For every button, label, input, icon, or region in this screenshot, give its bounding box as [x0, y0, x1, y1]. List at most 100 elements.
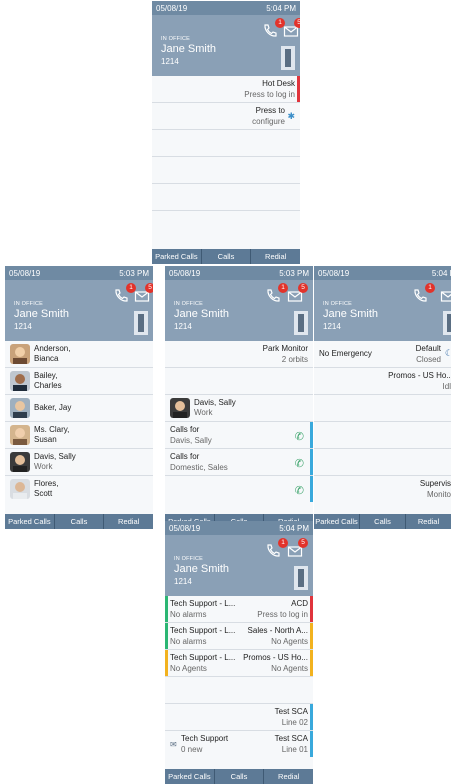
- contact-row[interactable]: Davis, Sally Work: [165, 395, 313, 422]
- status-bar-blue: [310, 704, 313, 730]
- missed-calls-icon[interactable]: 1: [265, 283, 288, 304]
- redial-softkey[interactable]: Redial: [406, 514, 451, 529]
- supervisor-key[interactable]: Supervis Monito: [314, 476, 451, 502]
- user-extension: 1214: [174, 322, 192, 331]
- contact-row[interactable]: Flores, Scott: [5, 476, 153, 502]
- voicemail-icon[interactable]: 5: [287, 283, 308, 304]
- mail-icon: ✉: [170, 740, 177, 749]
- park-monitor-key[interactable]: Park Monitor 2 orbits: [165, 341, 313, 368]
- voicemail-icon[interactable]: [440, 288, 451, 304]
- empty-key[interactable]: [152, 157, 300, 184]
- sca-key[interactable]: Test SCA Line 02: [165, 704, 313, 731]
- sca-title: Test SCA: [274, 707, 308, 716]
- contact-row[interactable]: Anderson, Bianca: [5, 341, 153, 368]
- contact-row[interactable]: Ms. Clary, Susan: [5, 422, 153, 449]
- status-bar: 05/08/19 5:03 PM: [165, 266, 313, 280]
- parked-calls-softkey[interactable]: Parked Calls: [152, 249, 202, 264]
- mail-badge: 5: [298, 538, 308, 548]
- promos-title: Promos - US Ho...: [388, 371, 451, 380]
- avatar: [10, 479, 30, 499]
- calls-for-key[interactable]: Calls for Domestic, Sales ✆: [165, 449, 313, 476]
- calls-for-title: Calls for: [170, 452, 200, 461]
- emergency-key[interactable]: No Emergency Default Closed ☾: [314, 341, 451, 368]
- contact-name: Davis, Sally: [194, 398, 236, 407]
- door-icon: [281, 46, 295, 70]
- empty-key[interactable]: [314, 395, 451, 422]
- mail-badge: 5: [298, 283, 308, 293]
- time: 5:04 PM: [279, 523, 309, 533]
- queue-key[interactable]: Tech Support - L... No Agents Promos - U…: [165, 650, 313, 677]
- default-title: Default: [415, 344, 441, 353]
- user-name: Jane Smith: [174, 308, 230, 320]
- calls-softkey[interactable]: Calls: [55, 514, 105, 529]
- status-bar: 05/08/19 5:04 PM: [165, 521, 313, 535]
- queue-key[interactable]: Tech Support - L... No alarms Sales - No…: [165, 623, 313, 650]
- contact-row[interactable]: Baker, Jay: [5, 395, 153, 422]
- user-extension: 1214: [14, 322, 32, 331]
- voicemail-icon[interactable]: 5: [287, 538, 308, 559]
- redial-softkey[interactable]: Redial: [264, 769, 313, 784]
- promos-key[interactable]: Promos - US Ho... Idl: [314, 368, 451, 395]
- presence-status: IN OFFICE: [174, 556, 203, 562]
- calls-softkey[interactable]: Calls: [360, 514, 406, 529]
- parked-calls-softkey[interactable]: Parked Calls: [165, 769, 215, 784]
- avatar: [10, 452, 30, 472]
- queue-sub: No Agents: [271, 637, 308, 646]
- empty-key[interactable]: [165, 368, 313, 395]
- queue-name: Tech Support - L...: [170, 626, 236, 635]
- empty-key[interactable]: [152, 184, 300, 211]
- status-bar: 05/08/19 5:04 PM: [152, 1, 300, 15]
- door-icon: [134, 311, 148, 335]
- park-monitor-sub: 2 orbits: [281, 355, 308, 364]
- empty-key[interactable]: [314, 422, 451, 449]
- missed-calls-icon[interactable]: 1: [412, 283, 435, 304]
- call-key[interactable]: ✆: [165, 476, 313, 502]
- missed-calls-icon[interactable]: 1: [265, 538, 288, 559]
- empty-key[interactable]: [314, 449, 451, 476]
- hot-desk-key[interactable]: Hot Desk Press to log in: [152, 76, 300, 103]
- configure-key[interactable]: Press to configure ✱: [152, 103, 300, 130]
- user-header: IN OFFICE Jane Smith 1214 1 5: [165, 280, 313, 341]
- contact-row[interactable]: Davis, Sally Work: [5, 449, 153, 476]
- avatar: [10, 398, 30, 418]
- calls-softkey[interactable]: Calls: [202, 249, 252, 264]
- parked-calls-softkey[interactable]: Parked Calls: [314, 514, 360, 529]
- avatar: [170, 398, 190, 418]
- contact-row[interactable]: Bailey, Charles: [5, 368, 153, 395]
- contact-name: Ms. Clary,: [34, 425, 70, 434]
- phone-screen-acd: 05/08/19 5:04 PM IN OFFICE Jane Smith 12…: [165, 521, 313, 784]
- supervisor-sub: Monito: [426, 490, 451, 499]
- redial-softkey[interactable]: Redial: [104, 514, 153, 529]
- voicemail-icon[interactable]: 5: [283, 18, 300, 39]
- missed-calls-icon[interactable]: 1: [113, 283, 136, 304]
- redial-softkey[interactable]: Redial: [251, 249, 300, 264]
- date: 05/08/19: [156, 3, 188, 13]
- calls-for-key[interactable]: Calls for Davis, Sally ✆: [165, 422, 313, 449]
- sca-line: Line 01: [281, 745, 308, 754]
- queue-status: No alarms: [170, 637, 207, 646]
- time: 5:03 PM: [279, 268, 309, 278]
- presence-status: IN OFFICE: [14, 301, 43, 307]
- queue-status: No Agents: [170, 664, 207, 673]
- queue-name: Tech Support - L...: [170, 653, 236, 662]
- avatar: [10, 425, 30, 445]
- status-bar-blue: [310, 422, 313, 448]
- contact-name-2: Scott: [34, 489, 53, 498]
- empty-key[interactable]: [152, 130, 300, 157]
- acd-key[interactable]: Tech Support - L... No alarms ACD Press …: [165, 596, 313, 623]
- status-bar-green: [165, 623, 168, 649]
- voicemail-icon[interactable]: 5: [134, 283, 153, 304]
- bluetooth-icon: ✱: [287, 111, 295, 121]
- park-monitor-title: Park Monitor: [262, 344, 308, 353]
- empty-key[interactable]: [165, 677, 313, 704]
- missed-calls-icon[interactable]: 1: [262, 18, 285, 39]
- empty-key[interactable]: [152, 211, 300, 237]
- sca-key[interactable]: ✉ Tech Support 0 new Test SCA Line 01: [165, 731, 313, 757]
- user-name: Jane Smith: [14, 308, 70, 320]
- calls-softkey[interactable]: Calls: [215, 769, 265, 784]
- parked-calls-softkey[interactable]: Parked Calls: [5, 514, 55, 529]
- sca-title: Test SCA: [274, 734, 308, 743]
- softkey-bar: Parked Calls Calls Redial: [165, 769, 313, 784]
- status-bar: 05/08/19 5:04 P: [314, 266, 451, 280]
- user-name: Jane Smith: [174, 563, 230, 575]
